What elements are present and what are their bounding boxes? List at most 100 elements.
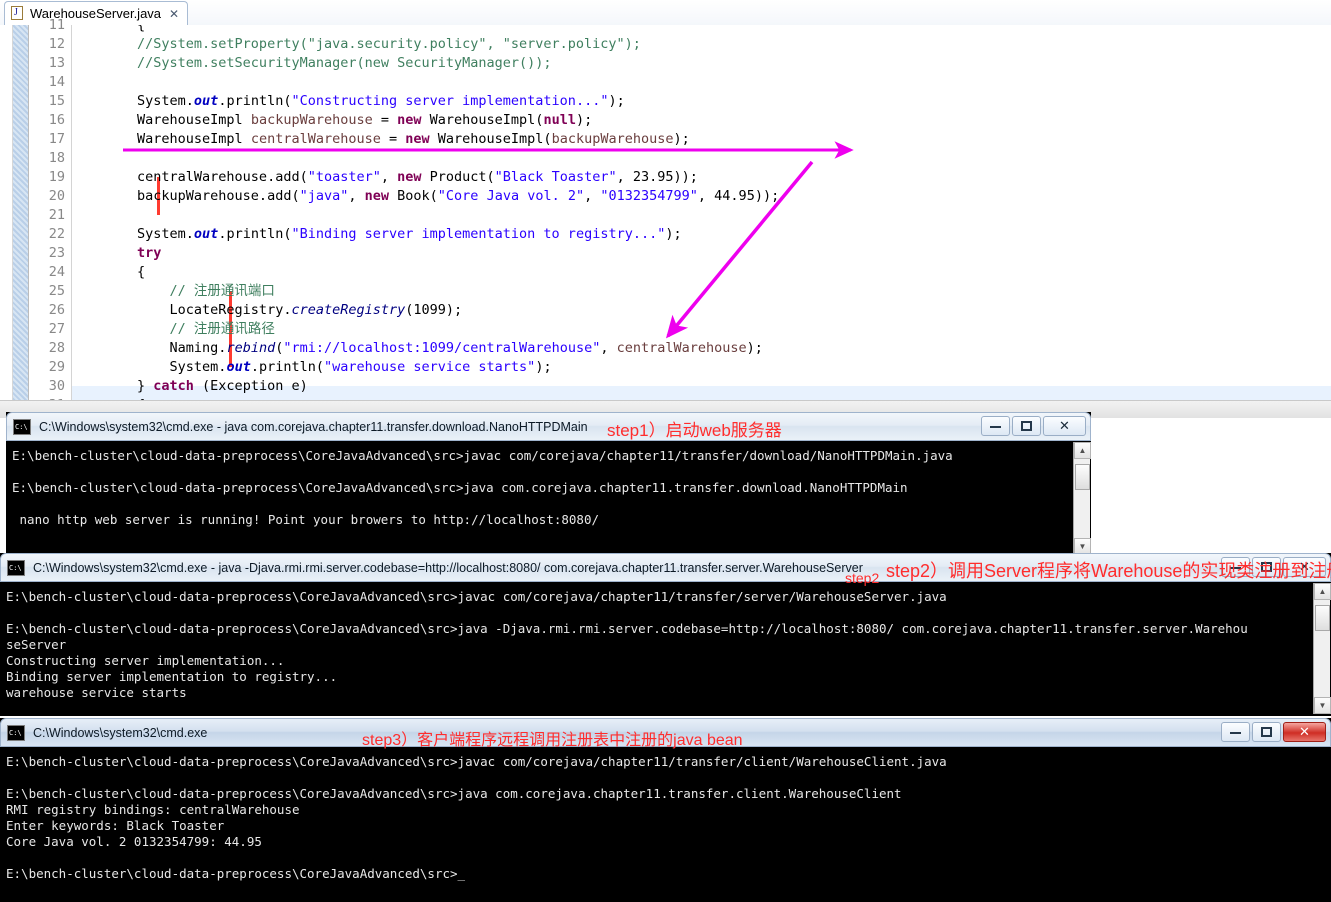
code-token: out — [226, 359, 251, 375]
line-number: 17 — [48, 131, 65, 147]
line-number: 21 — [48, 207, 65, 223]
line-number: 12 — [48, 36, 65, 52]
cmd-window-1[interactable]: C:\Windows\system32\cmd.exe - java com.c… — [6, 412, 1091, 557]
code-token: rebind — [226, 340, 276, 356]
code-token: ); — [746, 340, 763, 356]
code-line[interactable]: backupWarehouse.add("java", new Book("Co… — [72, 187, 779, 206]
close-button[interactable]: ✕ — [1043, 416, 1086, 436]
code-token: Naming. — [72, 340, 227, 356]
code-line[interactable]: //System.setSecurityManager(new Security… — [72, 54, 552, 73]
line-number: 13 — [48, 55, 65, 71]
cmd1-scroll-thumb[interactable] — [1075, 464, 1090, 490]
code-token: WarehouseImpl( — [421, 112, 544, 128]
code-line[interactable]: centralWarehouse.add("toaster", new Prod… — [72, 168, 698, 187]
console-line: E:\bench-cluster\cloud-data-preprocess\C… — [6, 754, 947, 769]
code-token: ); — [575, 112, 593, 128]
minimize-button[interactable] — [981, 416, 1010, 436]
code-token: createRegistry — [291, 302, 406, 318]
annotation-step2-small: step2 — [845, 570, 880, 586]
code-token: new — [397, 112, 422, 128]
line-number: 20 — [48, 188, 65, 204]
maximize-button[interactable] — [1252, 722, 1281, 742]
cmd2-title: C:\Windows\system32\cmd.exe - java -Djav… — [33, 560, 863, 575]
cmd3-console-output[interactable]: E:\bench-cluster\cloud-data-preprocess\C… — [2, 748, 1312, 900]
line-number: 26 — [48, 302, 65, 318]
code-line[interactable]: try — [72, 244, 161, 263]
code-line[interactable]: { — [72, 25, 145, 35]
line-number: 23 — [48, 245, 65, 261]
folding-column[interactable] — [0, 25, 13, 400]
cmd1-title-bar[interactable]: C:\Windows\system32\cmd.exe - java com.c… — [6, 412, 1091, 441]
code-token: System. — [72, 93, 194, 109]
code-token: "Binding server implementation to regist… — [291, 226, 666, 242]
console-line: E:\bench-cluster\cloud-data-preprocess\C… — [6, 589, 947, 604]
annotation-step2: step2）调用Server程序将Warehouse的实现类注册到注册表 — [886, 561, 1331, 581]
maximize-button[interactable] — [1012, 416, 1041, 436]
code-token: { — [72, 264, 146, 280]
code-line[interactable]: WarehouseImpl centralWarehouse = new War… — [72, 130, 690, 149]
cmd1-scrollbar[interactable]: ▲ ▼ — [1073, 442, 1091, 555]
cmd1-console-output[interactable]: E:\bench-cluster\cloud-data-preprocess\C… — [8, 442, 1072, 554]
cmd3-title: C:\Windows\system32\cmd.exe — [33, 725, 208, 740]
code-line[interactable]: WarehouseImpl backupWarehouse = new Ware… — [72, 111, 592, 130]
code-token: out — [193, 226, 219, 242]
code-token: ); — [673, 131, 690, 147]
code-line[interactable]: //System.setProperty("java.security.poli… — [72, 35, 641, 54]
code-token: , 23.95)); — [616, 169, 698, 185]
cmd1-window-buttons: ✕ — [981, 416, 1086, 436]
close-icon[interactable]: ✕ — [169, 7, 179, 21]
code-line[interactable]: { — [72, 263, 145, 282]
console-line: E:\bench-cluster\cloud-data-preprocess\C… — [6, 866, 466, 881]
cmd2-scroll-thumb[interactable] — [1315, 605, 1330, 631]
code-token: "warehouse service starts" — [323, 359, 536, 375]
code-line[interactable]: System.out.println("Constructing server … — [72, 92, 625, 111]
code-token: backupWarehouse.add( — [72, 188, 300, 204]
console-line: seServer — [6, 637, 67, 652]
code-token: new — [364, 188, 390, 204]
code-line[interactable]: System.out.println("warehouse service st… — [72, 358, 552, 377]
close-button[interactable]: ✕ — [1283, 722, 1326, 742]
console-line: Enter keywords: Black Toaster — [6, 818, 225, 833]
code-line[interactable]: } catch (Exception e) — [72, 377, 308, 396]
code-line[interactable]: // 注册通讯端口 — [72, 282, 275, 301]
line-number: 19 — [48, 169, 65, 185]
code-token: , — [584, 188, 601, 204]
code-token: Book( — [389, 188, 438, 204]
code-token: , — [380, 169, 398, 185]
cmd3-window-buttons: ✕ — [1221, 722, 1326, 742]
cmd2-scrollbar[interactable]: ▲ ▼ — [1313, 583, 1331, 714]
annotation-step1: step1）启动web服务器 — [607, 421, 782, 440]
code-token: = — [380, 131, 406, 147]
code-text-area[interactable]: { //System.setProperty("java.security.po… — [71, 25, 1331, 400]
code-token: "Core Java vol. 2" — [437, 188, 585, 204]
console-line: E:\bench-cluster\cloud-data-preprocess\C… — [6, 621, 1248, 636]
code-line[interactable]: // 注册通讯路径 — [72, 320, 275, 339]
console-line: Constructing server implementation... — [6, 653, 285, 668]
code-token: (1099); — [405, 302, 463, 318]
code-line[interactable]: LocateRegistry.createRegistry(1099); — [72, 301, 463, 320]
cmd2-console-output[interactable]: E:\bench-cluster\cloud-data-preprocess\C… — [2, 583, 1312, 714]
code-token: new — [397, 169, 422, 185]
console-line: Core Java vol. 2 0132354799: 44.95 — [6, 834, 262, 849]
code-token: "Constructing server implementation..." — [291, 93, 609, 109]
minimize-button[interactable] — [1221, 722, 1250, 742]
line-number: 24 — [48, 264, 65, 280]
code-token: WarehouseImpl — [72, 112, 251, 128]
code-token: out — [193, 93, 219, 109]
code-token: "java" — [299, 188, 349, 204]
line-number: 28 — [48, 340, 65, 356]
annotation-step3: step3）客户端程序远程调用注册表中注册的java bean — [362, 732, 743, 749]
code-token: //System.setProperty("java.security.poli… — [72, 36, 641, 52]
code-line[interactable]: System.out.println("Binding server imple… — [72, 225, 682, 244]
editor-body: 11 12 13 14 15 16 17 18 19 20 21 22 23 24 25 26 27 28 29 30… — [0, 17, 1331, 413]
eclipse-editor: J WarehouseServer.java ✕ 11 12 13 14 15 16 17 1… — [0, 0, 1331, 418]
console-line: nano http web server is running! Point y… — [12, 512, 599, 527]
code-token: , 44.95)); — [697, 188, 780, 204]
annotation-ruler[interactable] — [13, 25, 29, 400]
code-token: , — [348, 188, 365, 204]
code-line[interactable]: Naming.rebind("rmi://localhost:1099/cent… — [72, 339, 763, 358]
code-token: .println( — [218, 93, 292, 109]
code-token: WarehouseImpl — [72, 131, 251, 147]
code-token: WarehouseImpl( — [429, 131, 552, 147]
